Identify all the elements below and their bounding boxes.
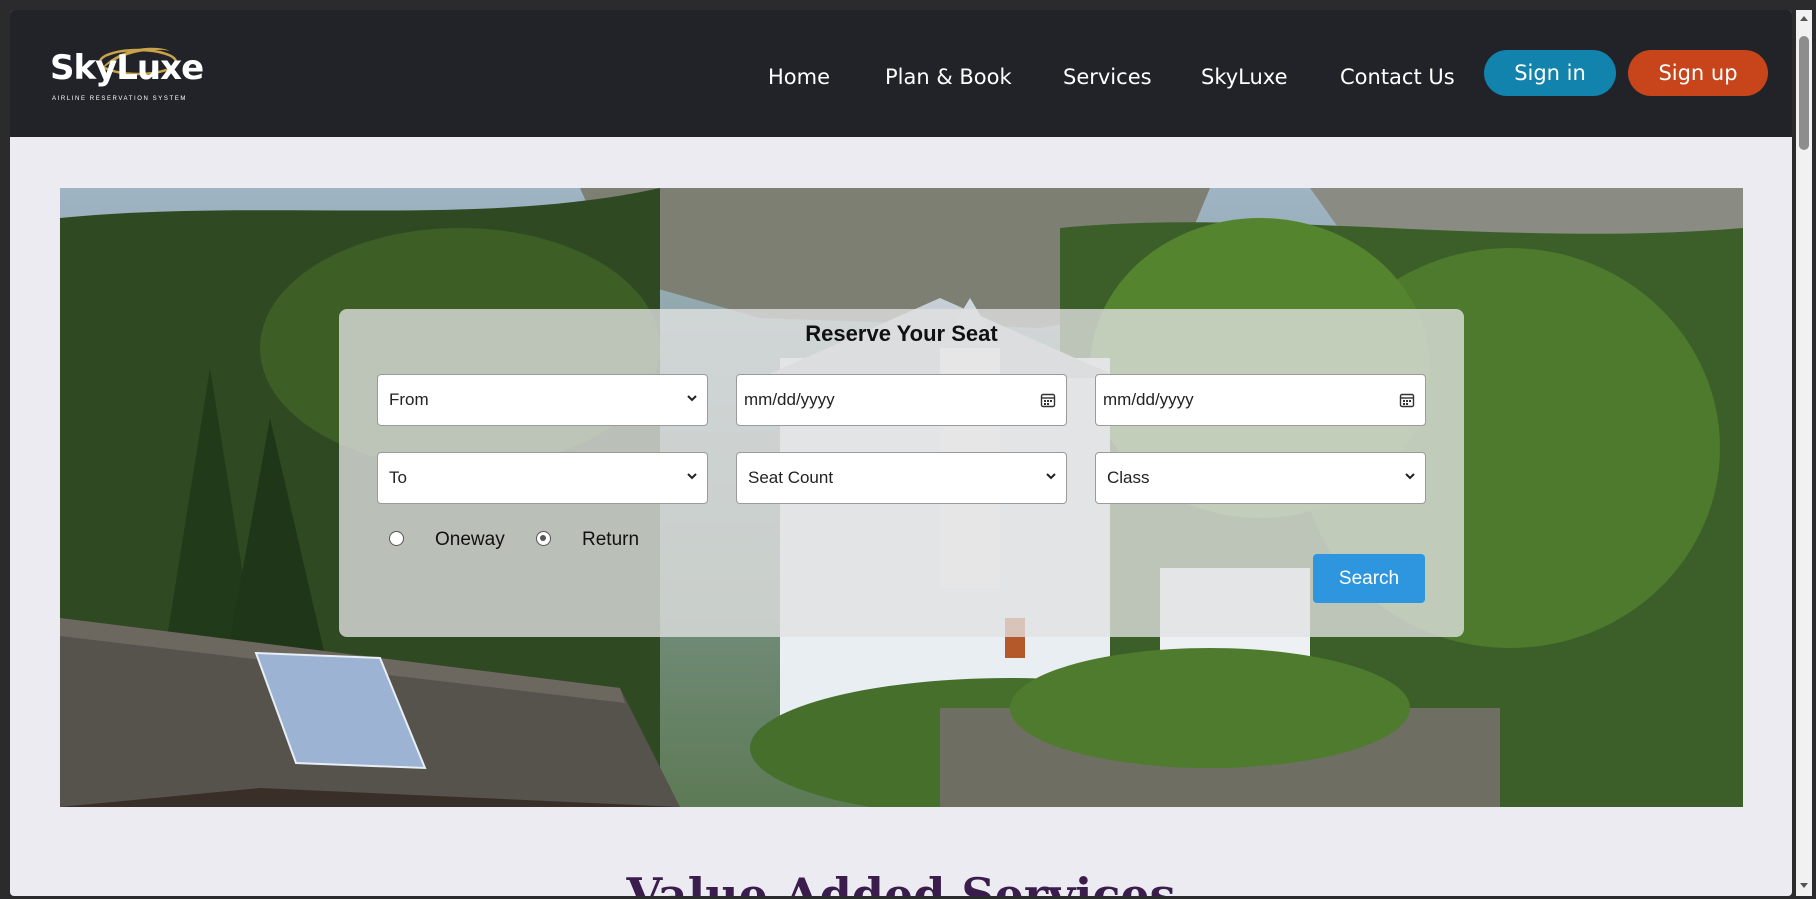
calendar-icon[interactable] bbox=[1040, 392, 1056, 408]
booking-title: Reserve Your Seat bbox=[805, 321, 998, 346]
chevron-down-icon bbox=[687, 395, 697, 402]
hero-banner: Reserve Your Seat From mm/dd/yyyy mm/dd/… bbox=[60, 188, 1743, 807]
search-button[interactable]: Search bbox=[1313, 554, 1425, 603]
oneway-radio[interactable] bbox=[389, 531, 404, 546]
return-label[interactable]: Return bbox=[582, 529, 639, 551]
chevron-down-icon bbox=[1046, 473, 1056, 480]
to-select[interactable]: To bbox=[377, 452, 708, 504]
from-select[interactable]: From bbox=[377, 374, 708, 426]
depart-date-placeholder: mm/dd/yyyy bbox=[744, 390, 835, 409]
brand-tagline: AIRLINE RESERVATION SYSTEM bbox=[52, 96, 187, 102]
return-date-input[interactable]: mm/dd/yyyy bbox=[1095, 374, 1426, 426]
scroll-up-arrow-icon[interactable] bbox=[1799, 14, 1809, 24]
oneway-label[interactable]: Oneway bbox=[435, 529, 505, 551]
return-radio[interactable] bbox=[536, 531, 551, 546]
seat-count-value: Seat Count bbox=[748, 468, 834, 487]
nav-plan-book[interactable]: Plan & Book bbox=[885, 65, 1012, 89]
return-date-placeholder: mm/dd/yyyy bbox=[1103, 390, 1194, 409]
to-select-value: To bbox=[389, 468, 407, 487]
scrollbar-thumb[interactable] bbox=[1799, 36, 1809, 150]
nav-home[interactable]: Home bbox=[768, 65, 830, 89]
nav-skyluxe[interactable]: SkyLuxe bbox=[1201, 65, 1288, 89]
section-title: Value Added Services bbox=[626, 868, 1176, 896]
signup-button[interactable]: Sign up bbox=[1628, 50, 1768, 96]
calendar-icon[interactable] bbox=[1399, 392, 1415, 408]
top-navbar: SkyLuxe AIRLINE RESERVATION SYSTEM Home … bbox=[10, 10, 1792, 137]
from-select-value: From bbox=[389, 390, 429, 409]
class-select-value: Class bbox=[1107, 468, 1150, 487]
booking-form: Reserve Your Seat From mm/dd/yyyy mm/dd/… bbox=[339, 309, 1464, 637]
depart-date-input[interactable]: mm/dd/yyyy bbox=[736, 374, 1067, 426]
scroll-down-arrow-icon[interactable] bbox=[1799, 880, 1809, 890]
browser-viewport: SkyLuxe AIRLINE RESERVATION SYSTEM Home … bbox=[10, 10, 1792, 896]
nav-contact-us[interactable]: Contact Us bbox=[1340, 65, 1455, 89]
signin-button[interactable]: Sign in bbox=[1484, 50, 1616, 96]
chevron-down-icon bbox=[1405, 473, 1415, 480]
seat-count-select[interactable]: Seat Count bbox=[736, 452, 1067, 504]
class-select[interactable]: Class bbox=[1095, 452, 1426, 504]
chevron-down-icon bbox=[687, 473, 697, 480]
nav-services[interactable]: Services bbox=[1063, 65, 1152, 89]
